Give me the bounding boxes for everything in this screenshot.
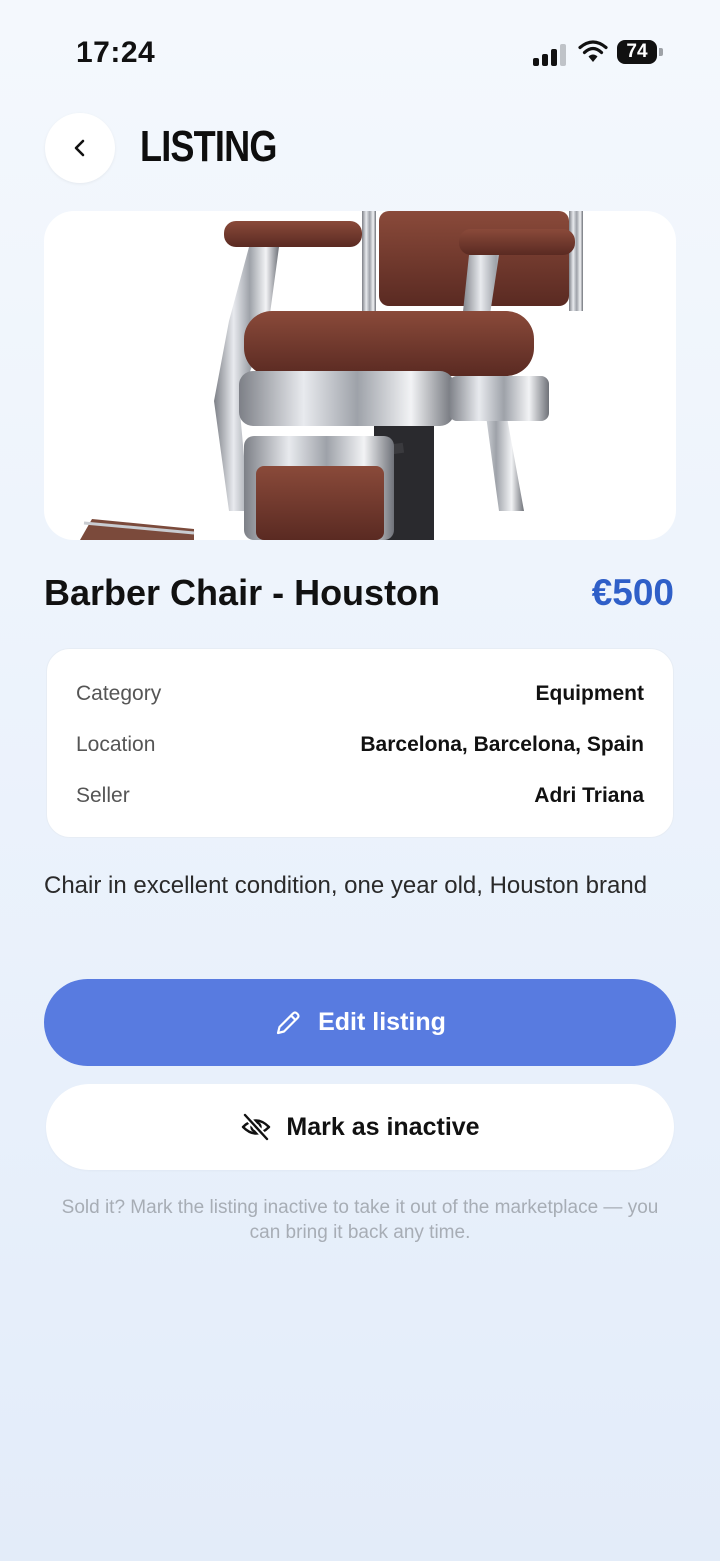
listing-photo [44, 211, 676, 540]
detail-label: Category [76, 682, 162, 705]
detail-row-category: Category Equipment [76, 679, 644, 709]
mark-inactive-button[interactable]: Mark as inactive [46, 1084, 674, 1170]
listing-title: Barber Chair - Houston [44, 572, 441, 613]
listing-description: Chair in excellent condition, one year o… [44, 872, 648, 899]
detail-value: Barcelona, Barcelona, Spain [360, 733, 644, 756]
detail-value: Adri Triana [534, 784, 644, 807]
page-title: LISTING [140, 122, 277, 171]
battery-cap [659, 48, 663, 56]
status-bar: 17:24 74 [0, 0, 720, 100]
back-button[interactable] [45, 113, 115, 183]
detail-value: Equipment [535, 682, 645, 705]
detail-label: Seller [76, 784, 130, 807]
edit-listing-label: Edit listing [318, 1008, 446, 1036]
cellular-signal-icon [533, 42, 569, 66]
chevron-left-icon [74, 139, 85, 157]
edit-listing-button[interactable]: Edit listing [44, 979, 676, 1066]
battery-level: 74 [626, 41, 648, 62]
details-card: Category Equipment Location Barcelona, B… [46, 648, 674, 838]
pencil-icon [277, 1010, 300, 1034]
eye-off-icon [242, 1112, 271, 1142]
status-time: 17:24 [76, 36, 156, 69]
listing-price: €500 [591, 572, 674, 613]
inactive-hint-text: Sold it? Mark the listing inactive to ta… [61, 1197, 659, 1243]
detail-row-location: Location Barcelona, Barcelona, Spain [76, 730, 644, 760]
detail-label: Location [76, 733, 156, 756]
wifi-icon [578, 40, 608, 62]
barber-chair-photo [80, 211, 583, 540]
detail-row-seller: Seller Adri Triana [76, 781, 644, 811]
battery-icon: 74 [617, 40, 657, 64]
mark-inactive-label: Mark as inactive [286, 1112, 480, 1141]
